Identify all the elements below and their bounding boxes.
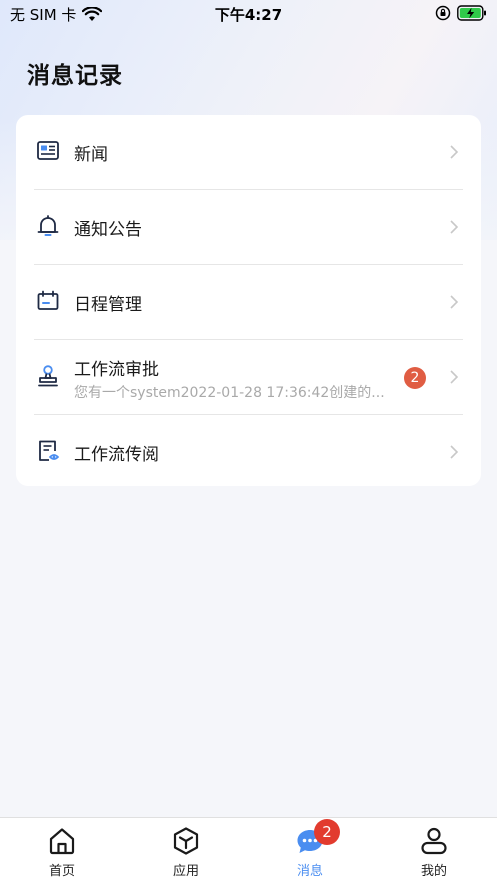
tab-label: 应用 — [172, 864, 199, 879]
chevron-right-icon — [450, 295, 459, 309]
chevron-right-icon — [450, 145, 459, 159]
rotation-lock-icon — [435, 5, 451, 21]
message-item-title: 日程管理 — [74, 295, 142, 315]
message-item-notice[interactable]: 通知公告 — [16, 190, 481, 265]
calendar-icon — [37, 290, 59, 310]
message-item-title: 通知公告 — [74, 220, 142, 240]
approval-stamp-icon — [38, 365, 58, 387]
message-item-title: 工作流传阅 — [74, 445, 159, 465]
tab-label: 首页 — [48, 864, 75, 879]
news-icon — [37, 141, 59, 160]
page-title: 消息记录 — [27, 63, 123, 89]
message-list: 新闻 通知公告 日程管理 工作流审批 您有一个system2022-01-28 … — [16, 115, 481, 486]
tab-home[interactable]: 首页 — [0, 818, 124, 883]
user-icon — [421, 827, 447, 855]
tab-bar: 首页 应用 消息 我的 — [0, 817, 497, 883]
message-item-news[interactable]: 新闻 — [16, 115, 481, 190]
tab-apps[interactable]: 应用 — [124, 818, 248, 883]
status-time: 下午4:27 — [214, 6, 283, 24]
tab-profile[interactable]: 我的 — [372, 818, 496, 883]
unread-badge: 2 — [404, 367, 426, 389]
message-item-schedule[interactable]: 日程管理 — [16, 265, 481, 340]
battery-charging-icon — [457, 5, 486, 21]
document-view-icon — [39, 440, 60, 461]
tab-label: 我的 — [420, 864, 447, 879]
status-right — [435, 5, 487, 21]
home-icon — [49, 828, 75, 855]
chevron-right-icon — [450, 445, 459, 459]
message-item-workflow-circulation[interactable]: 工作流传阅 — [16, 415, 481, 490]
cube-icon — [173, 827, 199, 855]
status-bar: 无 SIM 卡 下午4:27 — [0, 0, 497, 28]
messages-tab-badge: 2 — [314, 819, 340, 845]
tab-label: 消息 — [296, 864, 323, 879]
message-item-title: 新闻 — [74, 145, 108, 165]
chevron-right-icon — [450, 220, 459, 234]
bell-icon — [37, 215, 59, 236]
chevron-right-icon — [450, 370, 459, 384]
tab-messages[interactable]: 消息 — [248, 818, 372, 883]
message-item-title: 工作流审批 — [74, 360, 159, 380]
message-item-preview: 您有一个system2022-01-28 17:36:42创建的... — [74, 385, 385, 401]
